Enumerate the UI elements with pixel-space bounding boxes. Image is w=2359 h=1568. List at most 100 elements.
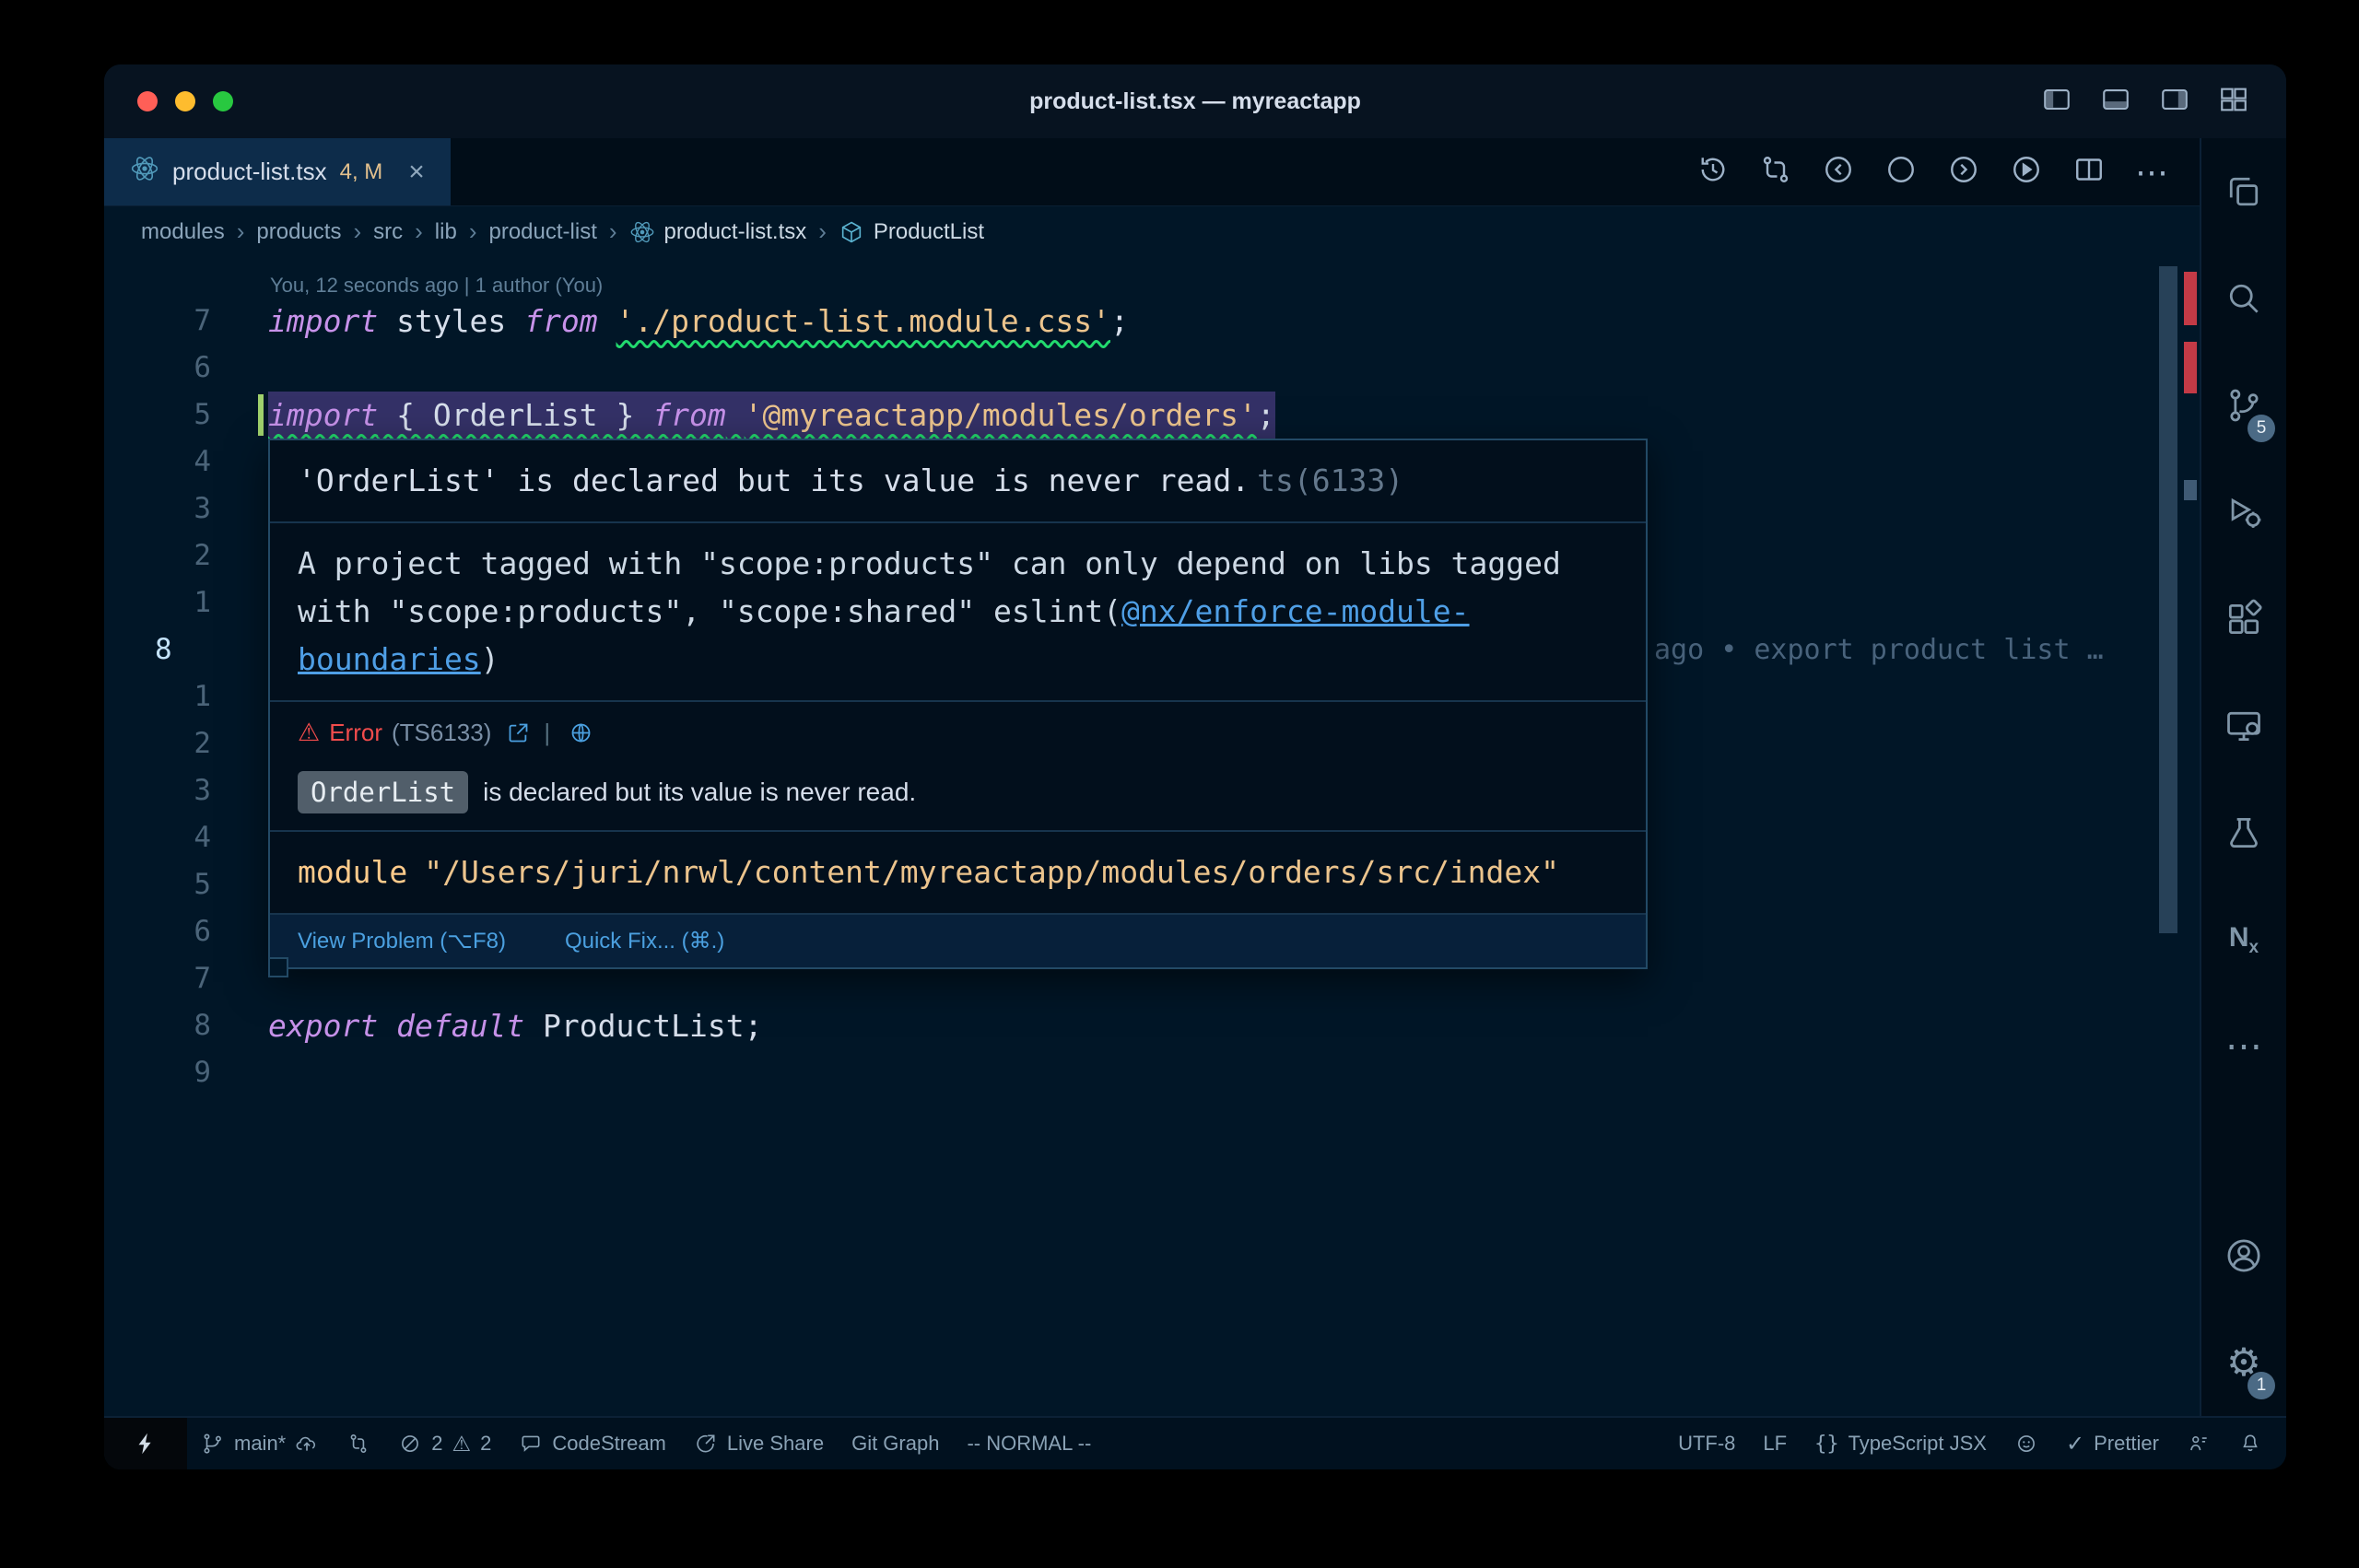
line-number: 4 bbox=[104, 814, 268, 861]
line-number: 1 bbox=[104, 579, 268, 626]
breadcrumb-separator: › bbox=[609, 217, 617, 246]
source-control-icon[interactable]: 5 bbox=[2201, 352, 2286, 459]
symbol-cube-icon bbox=[839, 219, 864, 245]
codestream-status[interactable]: CodeStream bbox=[505, 1432, 680, 1456]
maximize-window-button[interactable] bbox=[213, 91, 233, 111]
extensions-icon[interactable] bbox=[2201, 566, 2286, 673]
eslint-section: A project tagged with "scope:products" c… bbox=[270, 523, 1646, 702]
line-number: 3 bbox=[104, 767, 268, 814]
split-editor-icon[interactable] bbox=[2072, 153, 2106, 191]
navigate-back-icon[interactable] bbox=[1822, 153, 1855, 191]
extension-status-icon bbox=[2014, 1432, 2038, 1456]
breadcrumb-item-symbol[interactable]: ProductList bbox=[839, 219, 984, 245]
line-number: 8 bbox=[104, 626, 268, 673]
diagnostic-code: ts(6133) bbox=[1257, 462, 1403, 498]
line-number: 4 bbox=[104, 439, 268, 486]
react-file-icon bbox=[629, 219, 655, 245]
liveshare-status[interactable]: Live Share bbox=[680, 1432, 838, 1456]
error-code: (TS6133) bbox=[392, 719, 491, 747]
code-line[interactable]: 8export default ProductList; bbox=[104, 1002, 2200, 1049]
breadcrumb-item-src[interactable]: src bbox=[373, 219, 403, 245]
tab-product-list[interactable]: product-list.tsx 4, M × bbox=[104, 138, 451, 205]
search-icon[interactable] bbox=[2201, 245, 2286, 352]
breadcrumb-item-product-list[interactable]: product-list bbox=[488, 219, 596, 245]
compare-changes-icon[interactable] bbox=[1759, 153, 1792, 191]
error-warning-icon: ⚠ bbox=[298, 719, 320, 747]
prettier-status[interactable]: ✓ Prettier bbox=[2052, 1431, 2173, 1457]
remote-explorer-icon[interactable] bbox=[2201, 673, 2286, 779]
gitgraph-status[interactable]: Git Graph bbox=[838, 1432, 953, 1456]
close-window-button[interactable] bbox=[137, 91, 158, 111]
error-section: ⚠ Error (TS6133) | OrderList is declared… bbox=[270, 702, 1646, 832]
language-status[interactable]: {} TypeScript JSX bbox=[1801, 1432, 2001, 1456]
line-number: 9 bbox=[104, 1049, 268, 1096]
code-line[interactable]: 9 bbox=[104, 1049, 2200, 1096]
git-branch-icon bbox=[201, 1432, 225, 1456]
error-label: Error bbox=[329, 719, 382, 747]
more-actions-icon[interactable]: ⋯ bbox=[2135, 156, 2168, 189]
toggle-panel-icon[interactable] bbox=[2100, 84, 2131, 120]
account-icon[interactable] bbox=[2201, 1202, 2286, 1309]
code-line[interactable]: 5import { OrderList } from '@myreactapp/… bbox=[104, 392, 2200, 439]
breadcrumb-item-products[interactable]: products bbox=[256, 219, 341, 245]
run-file-icon[interactable] bbox=[2010, 153, 2043, 191]
minimize-window-button[interactable] bbox=[175, 91, 195, 111]
scrollbar[interactable] bbox=[2159, 266, 2177, 933]
cloud-upload-icon bbox=[295, 1432, 319, 1456]
editor[interactable]: You, 12 seconds ago | 1 author (You) 7im… bbox=[104, 257, 2200, 1416]
encoding-status[interactable]: UTF-8 bbox=[1664, 1432, 1749, 1456]
view-problem-link[interactable]: View Problem (⌥F8) bbox=[298, 928, 506, 954]
toggle-sidebar-right-icon[interactable] bbox=[2159, 84, 2190, 120]
warning-count: 2 bbox=[480, 1432, 491, 1456]
code-line[interactable]: 7import styles from './product-list.modu… bbox=[104, 298, 2200, 345]
toggle-sidebar-left-icon[interactable] bbox=[2041, 84, 2072, 120]
code-line[interactable]: 6 bbox=[104, 345, 2200, 392]
breadcrumb-separator: › bbox=[353, 217, 361, 246]
symbol-chip: OrderList bbox=[298, 771, 468, 813]
line-number: 8 bbox=[104, 1002, 268, 1049]
overview-ruler-error-mark bbox=[2184, 272, 2197, 325]
warning-icon: ⚠ bbox=[452, 1432, 472, 1457]
problems-status[interactable]: 2 ⚠ 2 bbox=[384, 1432, 505, 1457]
line-number: 7 bbox=[104, 298, 268, 345]
run-debug-icon[interactable] bbox=[2201, 459, 2286, 566]
timeline-history-icon[interactable] bbox=[1696, 153, 1730, 191]
error-icon bbox=[398, 1432, 422, 1456]
tab-label: product-list.tsx bbox=[172, 158, 327, 186]
circle-icon[interactable] bbox=[1884, 153, 1918, 191]
breadcrumb-item-file[interactable]: product-list.tsx bbox=[629, 219, 807, 245]
compare-status[interactable] bbox=[333, 1432, 384, 1456]
quick-fix-link[interactable]: Quick Fix... (⌘.) bbox=[565, 928, 724, 954]
breadcrumb-item-lib[interactable]: lib bbox=[435, 219, 457, 245]
feedback-status[interactable] bbox=[2173, 1432, 2224, 1456]
branch-status[interactable]: main* bbox=[187, 1432, 333, 1456]
open-external-icon[interactable] bbox=[506, 720, 531, 745]
window-title: product-list.tsx — myreactapp bbox=[104, 88, 2286, 115]
navigate-forward-icon[interactable] bbox=[1947, 153, 1980, 191]
customize-layout-icon[interactable] bbox=[2218, 84, 2249, 120]
notifications-status[interactable] bbox=[2224, 1432, 2286, 1456]
code-text: import styles from './product-list.modul… bbox=[268, 298, 1129, 345]
react-file-icon bbox=[130, 154, 159, 190]
nx-console-icon[interactable]: Nx bbox=[2201, 886, 2286, 993]
diagnostic-message: 'OrderList' is declared but its value is… bbox=[298, 462, 1250, 498]
globe-icon[interactable] bbox=[569, 720, 593, 745]
tab-close-icon[interactable]: × bbox=[408, 158, 425, 186]
source-control-badge: 5 bbox=[2248, 415, 2275, 442]
vim-mode-status[interactable]: -- NORMAL -- bbox=[953, 1432, 1105, 1456]
share-icon bbox=[694, 1432, 718, 1456]
test-beaker-icon[interactable] bbox=[2201, 779, 2286, 886]
breadcrumb-item-modules[interactable]: modules bbox=[141, 219, 225, 245]
extension-status[interactable] bbox=[2001, 1432, 2052, 1456]
codelens-blame[interactable]: You, 12 seconds ago | 1 author (You) bbox=[104, 257, 2200, 298]
vscode-window: product-list.tsx — myreactapp product-li… bbox=[104, 64, 2286, 1469]
settings-gear-icon[interactable]: ⚙1 bbox=[2201, 1309, 2286, 1416]
breadcrumb-separator: › bbox=[237, 217, 245, 246]
more-views-icon[interactable]: ⋯ bbox=[2201, 993, 2286, 1100]
remote-indicator[interactable] bbox=[104, 1418, 187, 1469]
eol-status[interactable]: LF bbox=[1749, 1432, 1801, 1456]
explorer-icon[interactable] bbox=[2201, 138, 2286, 245]
tooltip-actions: View Problem (⌥F8) Quick Fix... (⌘.) bbox=[270, 915, 1646, 967]
editor-toolbar: ⋯ bbox=[1696, 138, 2168, 205]
tooltip-resize-grip[interactable] bbox=[268, 957, 288, 977]
